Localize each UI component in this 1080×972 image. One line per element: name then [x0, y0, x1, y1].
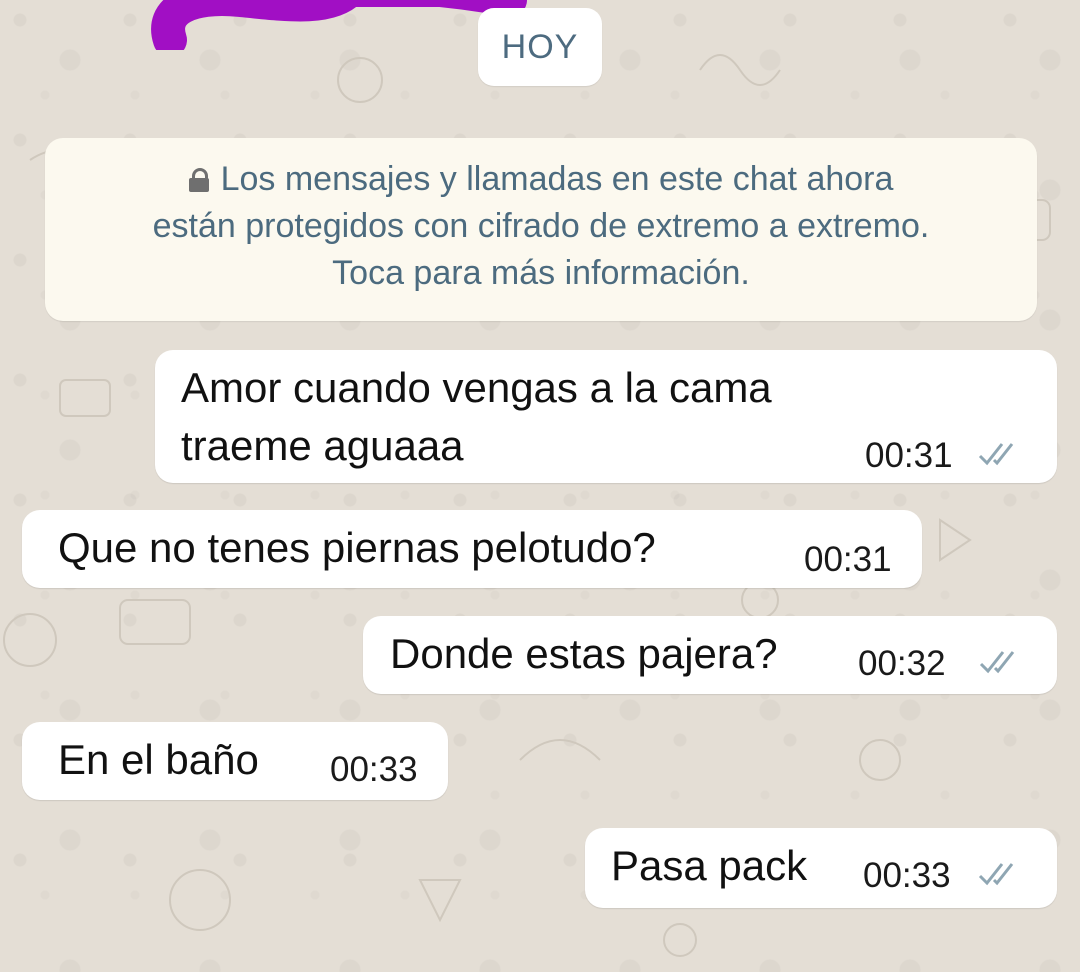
- lock-icon: [188, 168, 209, 192]
- message-text: Donde estas pajera?: [390, 630, 778, 677]
- message-time: 00:33: [330, 750, 418, 789]
- date-chip: HOY: [478, 8, 602, 86]
- read-ticks-icon: [978, 443, 1014, 466]
- message-outgoing[interactable]: Pasa pack 00:33: [585, 828, 1057, 908]
- encryption-notice[interactable]: Los mensajes y llamadas en este chat aho…: [45, 138, 1037, 321]
- read-ticks-icon: [979, 651, 1015, 674]
- encryption-notice-line3: Toca para más información.: [332, 254, 750, 292]
- message-time: 00:32: [858, 644, 946, 683]
- message-text: Pasa pack: [611, 842, 808, 889]
- message-outgoing[interactable]: Donde estas pajera? 00:32: [363, 616, 1057, 694]
- encryption-notice-line2: están protegidos con cifrado de extremo …: [152, 207, 930, 245]
- message-outgoing[interactable]: Amor cuando vengas a la cama traeme agua…: [155, 350, 1057, 483]
- message-time: 00:31: [865, 436, 953, 475]
- message-time: 00:33: [863, 856, 951, 895]
- message-text: traeme aguaaa: [181, 422, 464, 469]
- message-time: 00:31: [804, 540, 892, 579]
- message-text: Que no tenes piernas pelotudo?: [58, 524, 656, 571]
- message-incoming[interactable]: En el baño 00:33: [22, 722, 448, 800]
- encryption-text-1: Los mensajes y llamadas en este chat aho…: [220, 160, 894, 198]
- message-text: Amor cuando vengas a la cama: [181, 364, 772, 411]
- message-text: En el baño: [58, 736, 259, 783]
- encryption-notice-line1: Los mensajes y llamadas en este chat aho…: [45, 156, 1037, 203]
- message-incoming[interactable]: Que no tenes piernas pelotudo? 00:31: [22, 510, 922, 588]
- read-ticks-icon: [978, 863, 1014, 886]
